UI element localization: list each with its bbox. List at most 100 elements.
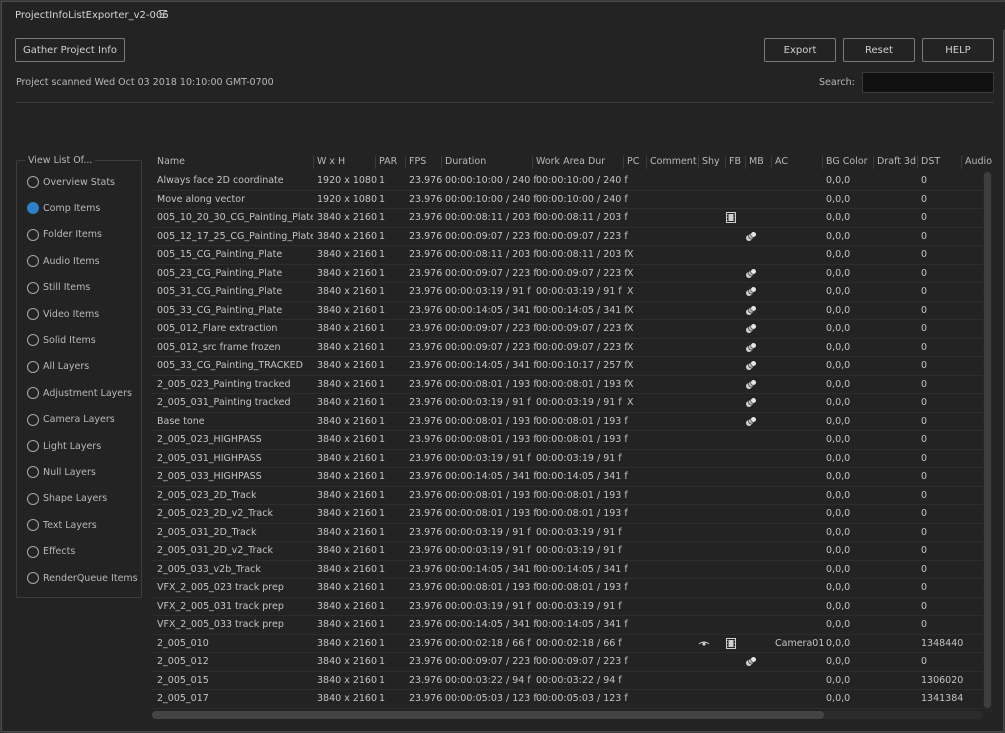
column-header[interactable]: BG Color xyxy=(826,156,868,167)
radio-icon[interactable] xyxy=(27,308,39,320)
column-separator[interactable] xyxy=(822,156,823,169)
table-row[interactable]: 2_005_017 3840 x 2160 1 23.976 00:00:05:03 /… xyxy=(152,690,983,709)
table-row[interactable]: 005_12_17_25_CG_Painting_Plate 3840 x 216… xyxy=(152,228,983,246)
radio-icon[interactable] xyxy=(27,572,39,584)
table-row[interactable]: VFX_2_005_033 track prep 3840 x 2160 1 23.9… xyxy=(152,616,983,635)
column-separator[interactable] xyxy=(961,156,962,169)
column-header[interactable]: MB xyxy=(749,156,764,167)
view-list-item[interactable]: Audio Items xyxy=(27,254,100,268)
table-row[interactable]: 2_005_031_2D_v2_Track 3840 x 2160 1 23.976 0… xyxy=(152,542,983,561)
table-row[interactable]: 005_33_CG_Painting_TRACKED 3840 x 2160 1 23… xyxy=(152,357,983,376)
vertical-scrollbar[interactable] xyxy=(983,172,992,712)
view-list-item[interactable]: Comp Items xyxy=(27,201,100,215)
view-list-item[interactable]: Null Layers xyxy=(27,465,96,479)
view-list-item[interactable]: Shape Layers xyxy=(27,492,107,506)
table-row[interactable]: 005_31_CG_Painting_Plate 3840 x 2160 1 23.9… xyxy=(152,283,983,302)
column-header[interactable]: Comment xyxy=(650,156,697,167)
column-separator[interactable] xyxy=(646,156,647,169)
table-row[interactable]: 2_005_031_HIGHPASS 3840 x 2160 1 23.976 00:0… xyxy=(152,450,983,468)
column-separator[interactable] xyxy=(771,156,772,169)
table-row[interactable]: Always face 2D coordinate 1920 x 1080 1 23.… xyxy=(152,172,983,191)
table-row[interactable]: VFX_2_005_031 track prep 3840 x 2160 1 23.9… xyxy=(152,598,983,616)
column-header[interactable]: Name xyxy=(157,156,185,167)
column-separator[interactable] xyxy=(873,156,874,169)
table-row[interactable]: 2_005_010 3840 x 2160 1 23.976 00:00:02:18 /… xyxy=(152,635,983,653)
help-button[interactable]: HELP xyxy=(922,38,994,62)
column-separator[interactable] xyxy=(917,156,918,169)
view-list-item[interactable]: Solid Items xyxy=(27,333,96,347)
view-list-item[interactable]: Folder Items xyxy=(27,228,102,242)
table-row[interactable]: 005_23_CG_Painting_Plate 3840 x 2160 1 23.9… xyxy=(152,265,983,283)
table-row[interactable]: 2_005_012 3840 x 2160 1 23.976 00:00:09:07 /… xyxy=(152,653,983,672)
table-row[interactable]: 005_012_src frame frozen 3840 x 2160 1 23.9… xyxy=(152,339,983,357)
column-separator[interactable] xyxy=(441,156,442,169)
horizontal-scroll-thumb[interactable] xyxy=(152,711,824,719)
column-separator[interactable] xyxy=(405,156,406,169)
radio-icon[interactable] xyxy=(27,176,39,188)
radio-icon[interactable] xyxy=(27,519,39,532)
table-row[interactable]: 2_005_033_HIGHPASS 3840 x 2160 1 23.976 00:0… xyxy=(152,468,983,487)
table-row[interactable]: 2_005_023_Painting tracked 3840 x 2160 1 23… xyxy=(152,376,983,394)
column-separator[interactable] xyxy=(375,156,376,169)
horizontal-scrollbar[interactable] xyxy=(152,711,983,719)
table-row[interactable]: VFX_2_005_023 track prep 3840 x 2160 1 23.9… xyxy=(152,579,983,598)
column-header[interactable]: PC xyxy=(627,156,639,167)
view-list-item[interactable]: Camera Layers xyxy=(27,413,115,427)
column-header[interactable]: W x H xyxy=(317,156,345,167)
column-header[interactable]: Draft 3d xyxy=(877,156,916,167)
radio-icon[interactable] xyxy=(27,440,39,452)
column-separator[interactable] xyxy=(532,156,533,169)
column-header[interactable]: AC xyxy=(775,156,788,167)
column-header[interactable]: Work Area Dur xyxy=(536,156,605,167)
radio-icon[interactable] xyxy=(27,413,39,426)
table-row[interactable]: 005_33_CG_Painting_Plate 3840 x 2160 1 23.9… xyxy=(152,302,983,320)
column-separator[interactable] xyxy=(313,156,314,169)
radio-icon[interactable] xyxy=(27,545,39,558)
radio-icon[interactable] xyxy=(27,334,39,347)
column-header[interactable]: FPS xyxy=(409,156,426,167)
column-header[interactable]: Duration xyxy=(445,156,486,167)
table-row[interactable]: Base tone 3840 x 2160 1 23.976 00:00:08:01 /… xyxy=(152,413,983,431)
search-input[interactable] xyxy=(862,72,994,93)
view-list-item[interactable]: Adjustment Layers xyxy=(27,386,132,400)
column-header[interactable]: FB xyxy=(729,156,741,167)
column-separator[interactable] xyxy=(698,156,699,169)
column-separator[interactable] xyxy=(725,156,726,169)
radio-icon[interactable] xyxy=(27,387,39,400)
table-row[interactable]: 2_005_033_v2b_Track 3840 x 2160 1 23.976 00:… xyxy=(152,561,983,579)
table-row[interactable]: 2_005_015 3840 x 2160 1 23.976 00:00:03:22 /… xyxy=(152,672,983,690)
table-row[interactable]: 2_005_023_2D_Track 3840 x 2160 1 23.976 00:0… xyxy=(152,487,983,505)
column-header[interactable]: PAR xyxy=(379,156,397,167)
view-list-item[interactable]: Video Items xyxy=(27,307,99,321)
view-list-item[interactable]: RenderQueue Items xyxy=(27,571,138,585)
table-row[interactable]: 005_10_20_30_CG_Painting_Plate 3840 x 216… xyxy=(152,209,983,228)
view-list-item[interactable]: Light Layers xyxy=(27,439,101,453)
column-separator[interactable] xyxy=(745,156,746,169)
column-separator[interactable] xyxy=(623,156,624,169)
view-list-item[interactable]: Text Layers xyxy=(27,518,97,532)
gather-project-info-button[interactable]: Gather Project Info xyxy=(15,38,125,62)
view-list-item[interactable]: Still Items xyxy=(27,281,90,295)
radio-icon[interactable] xyxy=(27,255,39,268)
radio-icon[interactable] xyxy=(27,492,39,505)
view-list-item[interactable]: Overview Stats xyxy=(27,175,115,189)
table-row[interactable]: 005_012_Flare extraction 3840 x 2160 1 23.9… xyxy=(152,320,983,339)
table-row[interactable]: 005_15_CG_Painting_Plate 3840 x 2160 1 23.9… xyxy=(152,246,983,265)
radio-icon[interactable] xyxy=(27,360,39,373)
radio-icon[interactable] xyxy=(27,281,39,294)
view-list-item[interactable]: All Layers xyxy=(27,360,89,374)
column-header[interactable]: Audio xyxy=(965,156,992,167)
table-row[interactable]: 2_005_031_2D_Track 3840 x 2160 1 23.976 00:0… xyxy=(152,524,983,542)
vertical-scroll-thumb[interactable] xyxy=(984,172,991,708)
table-row[interactable]: Move along vector 1920 x 1080 1 23.976 00:00… xyxy=(152,191,983,209)
radio-icon[interactable] xyxy=(27,466,39,479)
table-row[interactable]: 2_005_023_HIGHPASS 3840 x 2160 1 23.976 00:0… xyxy=(152,431,983,450)
reset-button[interactable]: Reset xyxy=(843,38,915,62)
table-row[interactable]: 2_005_031_Painting tracked 3840 x 2160 1 23… xyxy=(152,394,983,413)
table-row[interactable]: 2_005_023_2D_v2_Track 3840 x 2160 1 23.976 0… xyxy=(152,505,983,524)
view-list-item[interactable]: Effects xyxy=(27,545,75,559)
hamburger-menu-icon[interactable]: ☰ xyxy=(158,8,168,21)
column-header[interactable]: Shy xyxy=(702,156,720,167)
radio-icon[interactable] xyxy=(27,228,39,241)
radio-selected-icon[interactable] xyxy=(27,202,39,215)
